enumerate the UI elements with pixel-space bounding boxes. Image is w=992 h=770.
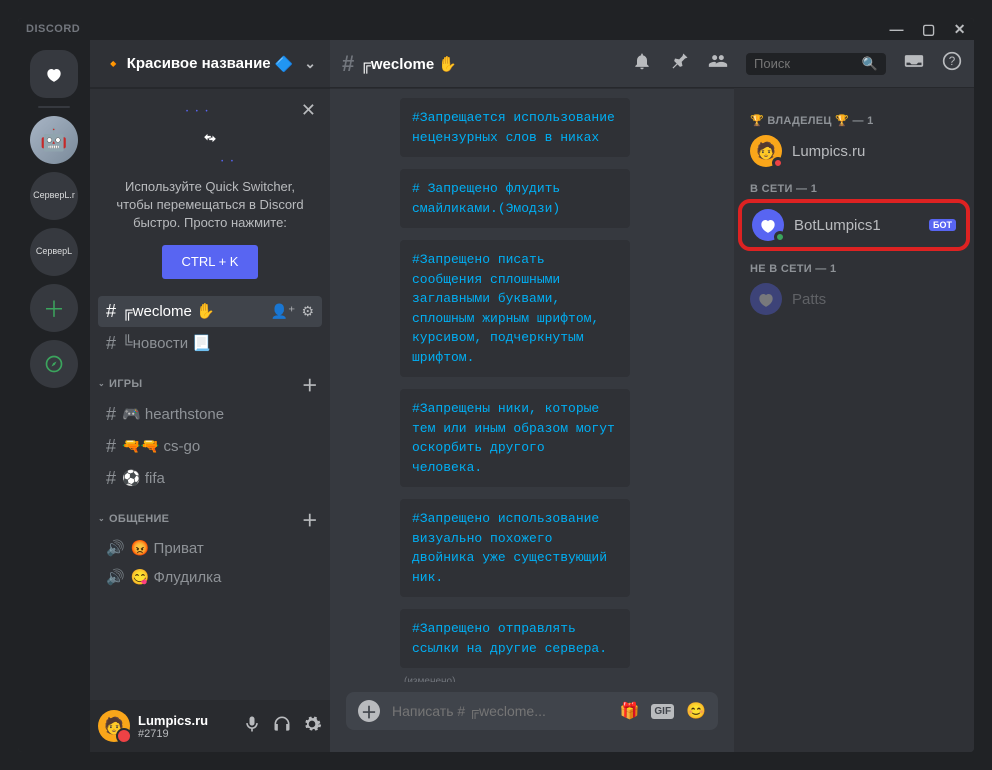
hash-icon: # [342, 51, 354, 77]
quick-switcher-button[interactable]: CTRL + K [162, 245, 259, 279]
add-channel-icon[interactable]: ＋ [302, 507, 318, 531]
message-block: #Запрещено писать сообщения сплошными за… [400, 240, 630, 377]
channels-list[interactable]: # ╔weclome ✋ 👤⁺⚙ # ╚новости 📃 ⌄ игры ＋ #… [90, 295, 330, 700]
message-block: #Запрещено отправлять ссылки на другие с… [400, 609, 630, 668]
quick-switcher-card: ✕ • • • • • Используйте Quick Switcher, … [90, 88, 330, 295]
diamond-icon: 🔷 [275, 55, 294, 73]
hash-icon: # [106, 404, 116, 425]
add-channel-icon[interactable]: ＋ [302, 372, 318, 396]
maximize-icon[interactable]: ▢ [922, 21, 936, 38]
hash-icon: # [106, 468, 116, 489]
chevron-down-icon: ⌄ [98, 514, 105, 523]
channel-csgo[interactable]: #🔫🔫 cs-go [98, 431, 322, 462]
close-icon[interactable]: ✕ [301, 98, 316, 123]
members-icon[interactable] [708, 51, 728, 76]
user-tag: #2719 [138, 728, 234, 740]
chevron-down-icon[interactable]: ⌄ [304, 55, 316, 72]
category-games[interactable]: ⌄ игры ＋ [94, 360, 326, 398]
mic-icon[interactable] [242, 714, 262, 739]
username: Lumpics.ru [138, 713, 234, 728]
messages-scroll[interactable]: #Запрещается использование нецензурных с… [330, 88, 734, 682]
server-rail: 🤖 СерверL.r СерверL ＋ [18, 40, 90, 752]
members-panel: 🏆 ВЛАДЕЛЕЦ 🏆 — 1 🧑 Lumpics.ru В СЕТИ — 1… [734, 88, 974, 752]
member-group-online: В СЕТИ — 1 [742, 171, 966, 199]
speaker-icon: 🔊 [106, 539, 125, 557]
headphones-icon[interactable] [272, 714, 292, 739]
help-icon[interactable]: ? [942, 51, 962, 76]
quick-switcher-text: Используйте Quick Switcher, чтобы переме… [106, 178, 314, 233]
user-avatar[interactable]: 🧑 [98, 710, 130, 742]
attach-button[interactable]: ＋ [358, 700, 380, 722]
server-name: Красивое название [127, 55, 271, 72]
avatar: 🧑 [750, 135, 782, 167]
member-group-owner: 🏆 ВЛАДЕЛЕЦ 🏆 — 1 [742, 102, 966, 131]
message-block: #Запрещены ники, которые тем или иным об… [400, 389, 630, 487]
invite-icon[interactable]: 👤⁺ [271, 303, 296, 320]
titlebar-app-name: DISCORD [26, 23, 890, 35]
chat-header: # ╔weclome ✋ 🔍 ? [330, 40, 974, 88]
user-panel: 🧑 Lumpics.ru #2719 [90, 700, 330, 752]
explore-button[interactable] [30, 340, 78, 388]
swap-arrows-icon: • • • • • [180, 108, 240, 168]
message-block: # Запрещено флудить смайликами.(Эмодзи) [400, 169, 630, 228]
gif-button[interactable]: GIF [651, 704, 674, 719]
emoji-icon[interactable]: 😊 [686, 701, 706, 721]
close-icon[interactable]: ✕ [954, 21, 966, 38]
voice-flood[interactable]: 🔊😋 Флудилка [98, 563, 322, 591]
bot-badge: БОТ [929, 219, 956, 231]
message-input[interactable] [392, 703, 607, 719]
search-box[interactable]: 🔍 [746, 53, 886, 75]
gift-icon[interactable]: 🎁 [619, 701, 639, 721]
channel-title-text: ╔weclome ✋ [360, 55, 457, 73]
message-block: #Запрещено использование визуально похож… [400, 499, 630, 597]
message-block: #Запрещается использование нецензурных с… [400, 98, 630, 157]
hash-icon: # [106, 333, 116, 354]
channel-news[interactable]: # ╚новости 📃 [98, 328, 322, 359]
channel-sidebar: 🔸Красивое название🔷 ⌄ ✕ • • • • • Исполь… [90, 40, 330, 752]
titlebar: DISCORD — ▢ ✕ [18, 18, 974, 40]
channel-fifa[interactable]: #⚽ fifa [98, 463, 322, 494]
server-icon-1[interactable]: СерверL.r [30, 172, 78, 220]
inbox-icon[interactable] [904, 51, 924, 76]
discord-window: DISCORD — ▢ ✕ 🤖 СерверL.r СерверL ＋ 🔸Кра… [18, 18, 974, 752]
member-bot[interactable]: BotLumpics1 БОТ [744, 205, 964, 245]
member-owner[interactable]: 🧑 Lumpics.ru [742, 131, 966, 171]
hash-icon: # [106, 301, 116, 322]
channel-hearthstone[interactable]: #🎮 hearthstone [98, 399, 322, 430]
gear-icon[interactable]: ⚙ [301, 303, 314, 320]
avatar [752, 209, 784, 241]
gear-icon[interactable] [302, 714, 322, 739]
category-chat[interactable]: ⌄ Общение ＋ [94, 495, 326, 533]
search-icon: 🔍 [862, 56, 878, 72]
voice-private[interactable]: 🔊😡 Приват [98, 534, 322, 562]
server-header[interactable]: 🔸Красивое название🔷 ⌄ [90, 40, 330, 88]
chevron-down-icon: ⌄ [98, 379, 105, 388]
pin-icon[interactable] [670, 51, 690, 76]
add-server-button[interactable]: ＋ [30, 284, 78, 332]
chat-area: # ╔weclome ✋ 🔍 ? #Запрещается исп [330, 40, 974, 752]
bell-icon[interactable] [632, 51, 652, 76]
search-input[interactable] [754, 56, 856, 71]
member-offline[interactable]: Patts [742, 279, 966, 319]
avatar [750, 283, 782, 315]
speaker-icon: 🔊 [106, 568, 125, 586]
channel-welcome[interactable]: # ╔weclome ✋ 👤⁺⚙ [98, 296, 322, 327]
server-icon-robot[interactable]: 🤖 [30, 116, 78, 164]
server-icon-2[interactable]: СерверL [30, 228, 78, 276]
home-server-icon[interactable] [30, 50, 78, 98]
highlight-annotation: BotLumpics1 БОТ [738, 199, 970, 251]
member-group-offline: НЕ В СЕТИ — 1 [742, 251, 966, 279]
svg-text:?: ? [949, 55, 956, 68]
composer: ＋ 🎁 GIF 😊 [330, 682, 734, 752]
minimize-icon[interactable]: — [890, 21, 905, 38]
hash-icon: # [106, 436, 116, 457]
diamond-icon: 🔸 [104, 55, 123, 73]
